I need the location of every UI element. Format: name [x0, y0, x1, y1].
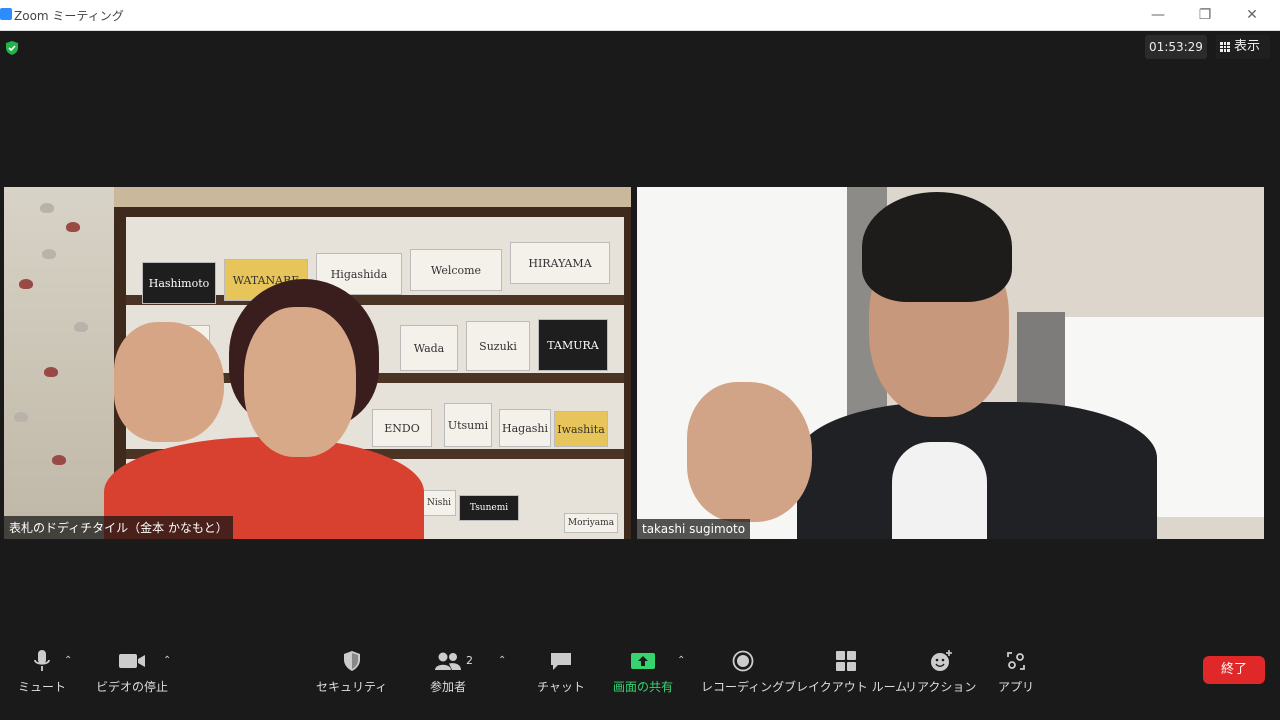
share-screen-label: 画面の共有 — [613, 680, 674, 694]
butterfly-decor — [40, 203, 54, 213]
reactions-label: リアクション — [905, 680, 977, 694]
window-titlebar: Zoom ミーティング — ❐ ✕ — [0, 0, 1280, 31]
minimize-button[interactable]: — — [1138, 4, 1178, 26]
meeting-timer: 01:53:29 — [1145, 35, 1207, 59]
butterfly-decor — [74, 322, 88, 332]
nameplate: Wada — [400, 325, 458, 371]
stop-video-label: ビデオの停止 — [96, 680, 169, 694]
close-button[interactable]: ✕ — [1232, 4, 1272, 26]
stop-video-button[interactable]: ビデオの停止 — [96, 648, 168, 695]
shield-icon — [343, 651, 360, 671]
participants-button[interactable]: 参加者 — [430, 648, 466, 695]
thumbs-up-hand — [114, 322, 224, 442]
grid-view-icon — [1220, 42, 1230, 52]
participants-icon — [435, 652, 461, 670]
share-screen-icon — [631, 653, 655, 669]
record-label: レコーディング — [701, 680, 785, 694]
record-icon — [732, 650, 753, 672]
restore-button[interactable]: ❐ — [1185, 4, 1225, 26]
chevron-up-icon[interactable]: ⌃ — [64, 656, 74, 666]
chevron-up-icon[interactable]: ⌃ — [163, 656, 173, 666]
nameplate: Hashimoto — [142, 262, 216, 304]
nameplate: TAMURA — [538, 319, 608, 371]
participant-hair — [862, 192, 1012, 302]
video-tile-right[interactable]: takashi sugimoto — [637, 187, 1264, 539]
view-button[interactable]: 表示 — [1216, 35, 1270, 59]
chevron-up-icon[interactable]: ⌃ — [677, 656, 687, 666]
security-button[interactable]: セキュリティ — [316, 648, 387, 695]
zoom-app-icon — [0, 8, 12, 20]
chat-button[interactable]: チャット — [537, 648, 585, 695]
breakout-rooms-button[interactable]: ブレイクアウト ルーム — [784, 648, 907, 695]
nameplate: Moriyama — [564, 513, 618, 533]
apps-icon — [1007, 652, 1025, 670]
microphone-icon — [34, 650, 50, 671]
nameplate: Welcome — [410, 249, 502, 291]
reaction-emoji-icon — [930, 650, 952, 671]
apps-label: アプリ — [998, 680, 1035, 694]
breakout-rooms-icon — [835, 651, 856, 671]
participant-shirt — [892, 442, 987, 539]
thumbs-up-hand — [687, 382, 812, 522]
participants-label: 参加者 — [430, 680, 467, 694]
nameplate: Utsumi — [444, 403, 492, 447]
butterfly-decor — [42, 249, 56, 259]
share-screen-button[interactable]: 画面の共有 — [613, 648, 673, 695]
nameplate: Suzuki — [466, 321, 530, 371]
chat-label: チャット — [537, 680, 585, 694]
nameplate: Iwashita — [554, 411, 608, 447]
encryption-shield-icon[interactable] — [4, 40, 20, 56]
butterfly-decor — [19, 279, 33, 289]
participant-name-tag: 表札のドディチタイル（金本 かなもと） — [4, 516, 233, 539]
view-label: 表示 — [1234, 39, 1261, 54]
chat-bubble-icon — [550, 653, 571, 670]
video-tile-left[interactable]: Hashimoto WATANABE Higashida Welcome HIR… — [4, 187, 631, 539]
breakout-rooms-label: ブレイクアウト ルーム — [784, 680, 908, 694]
window-title: Zoom ミーティング — [14, 9, 124, 23]
end-meeting-button[interactable]: 終了 — [1203, 656, 1265, 684]
participants-count: 2 — [466, 654, 473, 667]
nameplate: Nishi — [422, 490, 456, 516]
butterfly-decor — [66, 222, 80, 232]
butterfly-decor — [52, 455, 66, 465]
participant-name-tag: takashi sugimoto — [637, 519, 751, 539]
nameplate: ENDO — [372, 409, 432, 447]
security-label: セキュリティ — [316, 680, 388, 694]
wallpaper — [4, 187, 114, 539]
apps-button[interactable]: アプリ — [998, 648, 1034, 695]
mute-button[interactable]: ミュート — [18, 648, 66, 695]
nameplate: Tsunemi — [459, 495, 519, 521]
butterfly-decor — [44, 367, 58, 377]
nameplate: HIRAYAMA — [510, 242, 610, 284]
nameplate: Hagashi — [499, 409, 551, 447]
record-button[interactable]: レコーディング — [701, 648, 784, 695]
participant-face — [244, 307, 356, 457]
butterfly-decor — [14, 412, 28, 422]
video-camera-icon — [119, 654, 145, 668]
chevron-up-icon[interactable]: ⌃ — [498, 656, 508, 666]
reactions-button[interactable]: リアクション — [905, 648, 976, 695]
mute-label: ミュート — [18, 680, 67, 694]
